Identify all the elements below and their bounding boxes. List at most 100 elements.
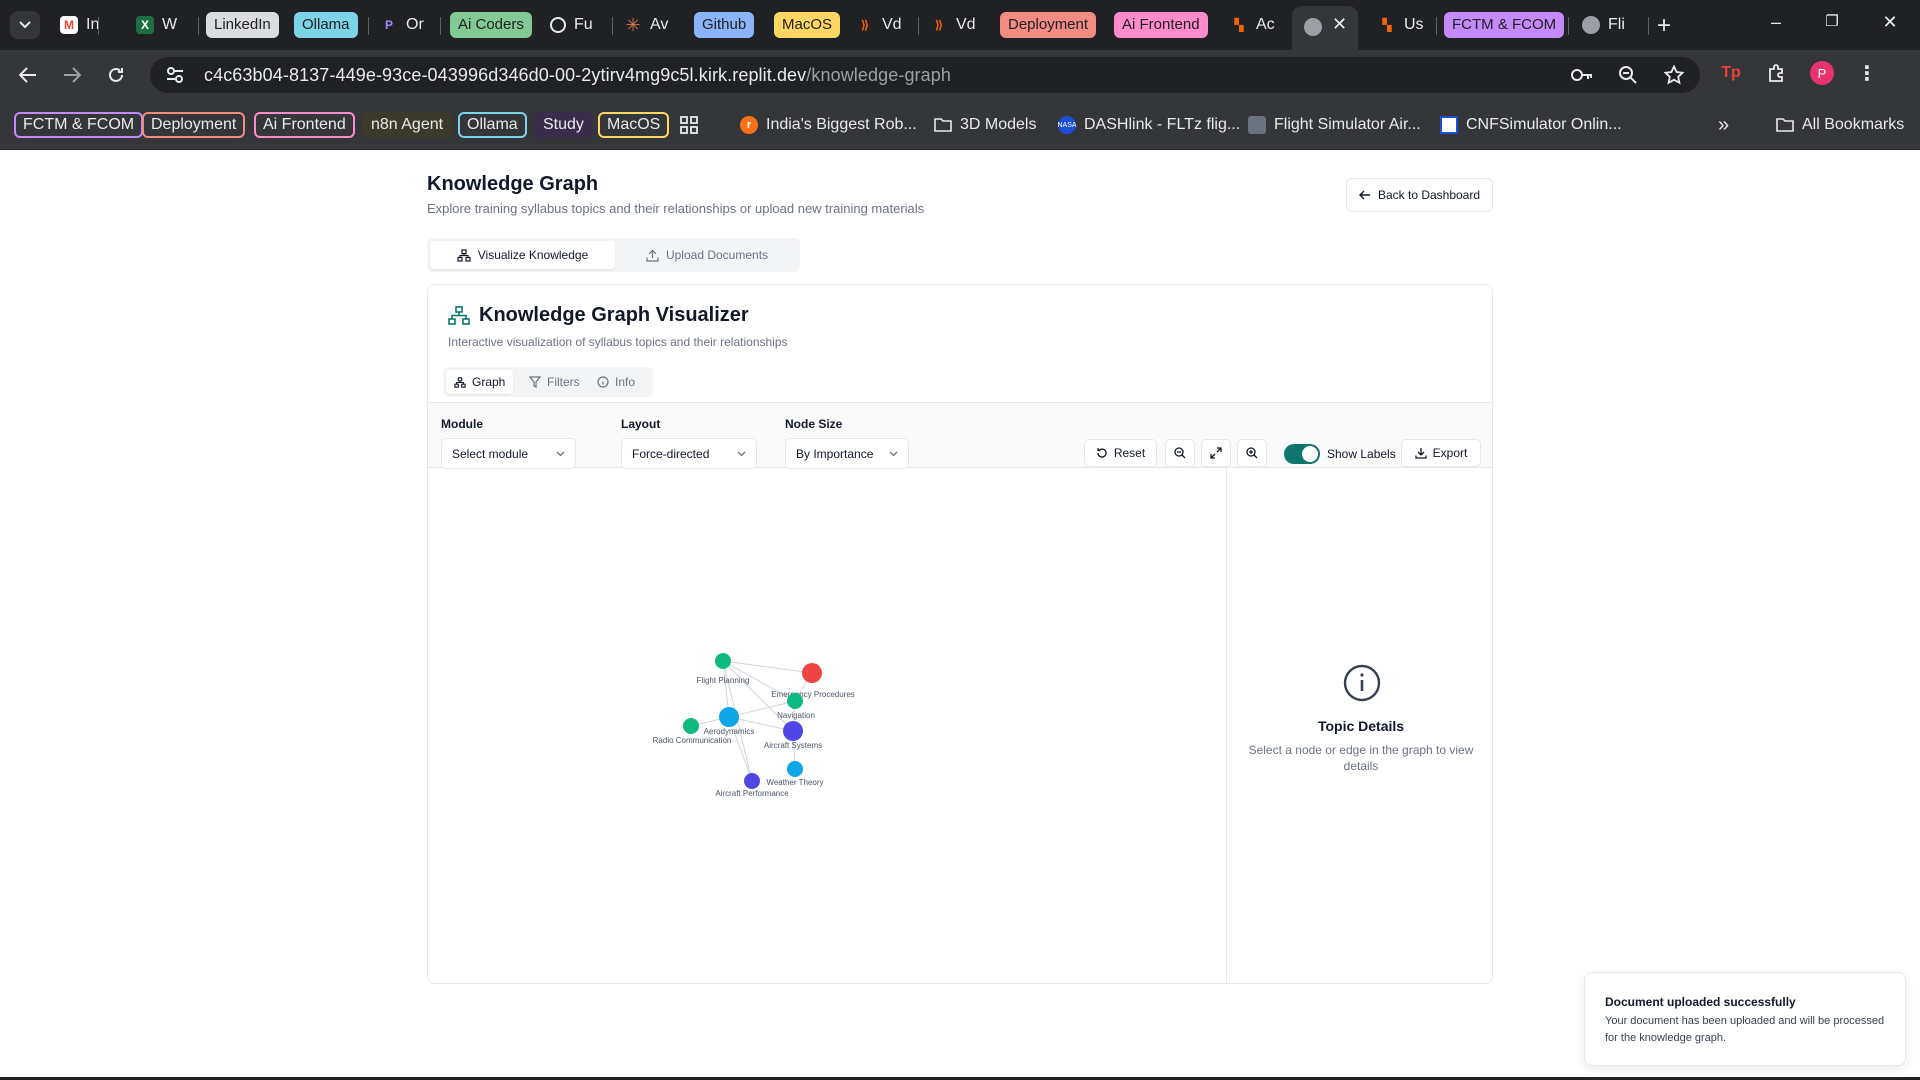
extensions-puzzle-icon[interactable]: [1764, 60, 1790, 86]
password-key-icon[interactable]: [1570, 63, 1594, 87]
node-size-select[interactable]: By Importance: [785, 438, 909, 469]
module-select[interactable]: Select module: [441, 438, 576, 469]
graph-node-label: Navigation: [777, 711, 815, 720]
knowledge-graph-svg[interactable]: Flight Planning Emergency Procedures Navig…: [428, 468, 1226, 984]
bookmark-star-icon[interactable]: [1662, 63, 1686, 87]
graph-node-circle[interactable]: [683, 718, 699, 734]
browser-tab-openai[interactable]: Fu: [550, 9, 593, 41]
tab-group-deployment[interactable]: Deployment: [1000, 9, 1097, 41]
graph-node-circle[interactable]: [787, 761, 803, 777]
bookmark-group-study[interactable]: Study: [534, 112, 593, 138]
back-button[interactable]: [14, 61, 42, 89]
close-window-button[interactable]: ✕: [1878, 12, 1902, 33]
new-tab-button[interactable]: +: [1652, 12, 1676, 40]
export-button[interactable]: Export: [1401, 439, 1481, 467]
browser-tab-replit-1[interactable]: ⟫ Vd: [856, 9, 902, 41]
graph-node-circle[interactable]: [744, 773, 760, 789]
graph-node[interactable]: Flight Planning: [697, 653, 750, 685]
restore-button[interactable]: ❐: [1820, 12, 1844, 30]
bookmark-group-ai-frontend[interactable]: Ai Frontend: [254, 112, 355, 138]
browser-tab-excel[interactable]: X W: [136, 9, 177, 41]
apps-grid-button[interactable]: [680, 112, 698, 138]
kebab-menu-icon[interactable]: ⋮: [1854, 60, 1880, 86]
tab-group-github[interactable]: Github: [694, 9, 755, 41]
bookmark-cnfsimulator[interactable]: CNFSimulator Onlin...: [1440, 112, 1622, 138]
zoom-in-button[interactable]: [1237, 439, 1267, 467]
fit-view-button[interactable]: [1201, 439, 1231, 467]
browser-tab-gmail[interactable]: M In: [60, 9, 99, 41]
replit-icon: ⟫: [934, 18, 944, 32]
graph-node-label: Aircraft Performance: [715, 789, 789, 798]
browser-tab-openrouter[interactable]: P Or: [380, 9, 424, 41]
replit-icon: ▚: [1234, 18, 1244, 32]
forward-button[interactable]: [58, 61, 86, 89]
tab-group-ai-frontend[interactable]: Ai Frontend: [1114, 9, 1208, 41]
topic-details-panel: Topic Details Select a node or edge in t…: [1226, 468, 1492, 983]
graph-node[interactable]: Emergency Procedures: [771, 663, 855, 699]
tab-group-ai-coders[interactable]: Ai Coders: [450, 9, 532, 41]
openai-icon: [550, 17, 566, 33]
graph-controls: Module Select module Layout Force-direct…: [428, 402, 1492, 469]
bookmark-robotics[interactable]: r India's Biggest Rob...: [740, 112, 917, 138]
bookmark-group-n8n-agent[interactable]: n8n Agent: [362, 112, 453, 138]
graph-edge[interactable]: [722, 660, 813, 674]
tab-group-linkedin[interactable]: LinkedIn: [206, 9, 279, 41]
browser-tab-active[interactable]: ✕: [1292, 6, 1358, 50]
graph-node-circle[interactable]: [719, 707, 739, 727]
graph-node-label: Emergency Procedures: [771, 690, 855, 699]
bookmark-folder-all[interactable]: All Bookmarks: [1776, 112, 1904, 138]
back-to-dashboard-button[interactable]: Back to Dashboard: [1346, 178, 1493, 212]
bookmark-group-ollama[interactable]: Ollama: [458, 112, 527, 138]
bookmark-group-fctm-fcom[interactable]: FCTM & FCOM: [14, 112, 144, 138]
browser-tab-flight[interactable]: Fli: [1582, 9, 1625, 41]
minimize-button[interactable]: –: [1764, 12, 1788, 33]
excel-icon: X: [136, 16, 154, 34]
layout-select[interactable]: Force-directed: [621, 438, 757, 469]
tab-graph[interactable]: Graph: [446, 370, 514, 394]
graph-canvas[interactable]: Flight Planning Emergency Procedures Navig…: [428, 468, 1226, 984]
zoom-out-button[interactable]: [1165, 439, 1195, 467]
graph-node-circle[interactable]: [783, 721, 803, 741]
tab-upload-documents[interactable]: Upload Documents: [617, 241, 797, 269]
tab-group-ollama[interactable]: Ollama: [294, 9, 358, 41]
reset-button[interactable]: Reset: [1084, 439, 1157, 467]
close-tab-icon[interactable]: ✕: [1332, 14, 1347, 35]
bookmark-dashlink[interactable]: NASA DASHlink - FLTz flig...: [1057, 112, 1240, 138]
tab-group-fctm-fcom[interactable]: FCTM & FCOM: [1444, 9, 1565, 41]
bookmark-flight-simulator[interactable]: Flight Simulator Air...: [1248, 112, 1421, 138]
upload-success-toast[interactable]: Document uploaded successfully Your docu…: [1584, 972, 1906, 1066]
graph-node-label: Weather Theory: [766, 778, 823, 787]
graph-node-circle[interactable]: [787, 693, 803, 709]
graph-node[interactable]: Weather Theory: [766, 761, 824, 787]
bookmark-group-deployment[interactable]: Deployment: [142, 112, 246, 138]
bookmark-folder-3d-models[interactable]: 3D Models: [934, 112, 1036, 138]
zoom-icon[interactable]: [1616, 63, 1640, 87]
tab-search-button[interactable]: [10, 11, 40, 39]
main-tabs: Visualize Knowledge Upload Documents: [427, 238, 800, 272]
arrow-left-icon: [19, 67, 36, 83]
network-icon: [454, 376, 466, 388]
reload-button[interactable]: [102, 61, 130, 89]
tab-info[interactable]: Info: [589, 370, 643, 394]
browser-tab-replit-2[interactable]: ⟫ Vd: [930, 9, 976, 41]
graph-node-circle[interactable]: [715, 653, 731, 669]
graph-node-circle[interactable]: [802, 663, 822, 683]
site-settings-icon[interactable]: [164, 64, 186, 86]
zoom-in-icon: [1246, 447, 1258, 459]
tab-filters[interactable]: Filters: [521, 370, 588, 394]
bookmark-group-macos[interactable]: MacOS: [598, 112, 670, 138]
browser-tab-replit-3[interactable]: ▚ Ac: [1230, 9, 1274, 41]
show-labels-toggle[interactable]: [1284, 444, 1320, 464]
extension-tp-icon[interactable]: Tp: [1718, 60, 1744, 86]
zoom-out-icon: [1174, 447, 1186, 459]
graph-node-label: Aircraft Systems: [764, 741, 822, 750]
tab-visualize-knowledge[interactable]: Visualize Knowledge: [430, 241, 615, 269]
tab-group-macos[interactable]: MacOS: [774, 9, 841, 41]
network-icon: [448, 305, 470, 325]
profile-avatar[interactable]: P: [1810, 61, 1834, 85]
more-bookmarks-button[interactable]: »: [1718, 112, 1729, 138]
address-bar[interactable]: c4c63b04-8137-449e-93ce-043996d346d0-00-…: [150, 57, 1700, 93]
browser-tab-replit-4[interactable]: ▚ Us: [1378, 9, 1423, 41]
graph-node[interactable]: Aircraft Systems: [764, 721, 822, 750]
browser-tab-claude[interactable]: ✳ Av: [624, 9, 668, 41]
